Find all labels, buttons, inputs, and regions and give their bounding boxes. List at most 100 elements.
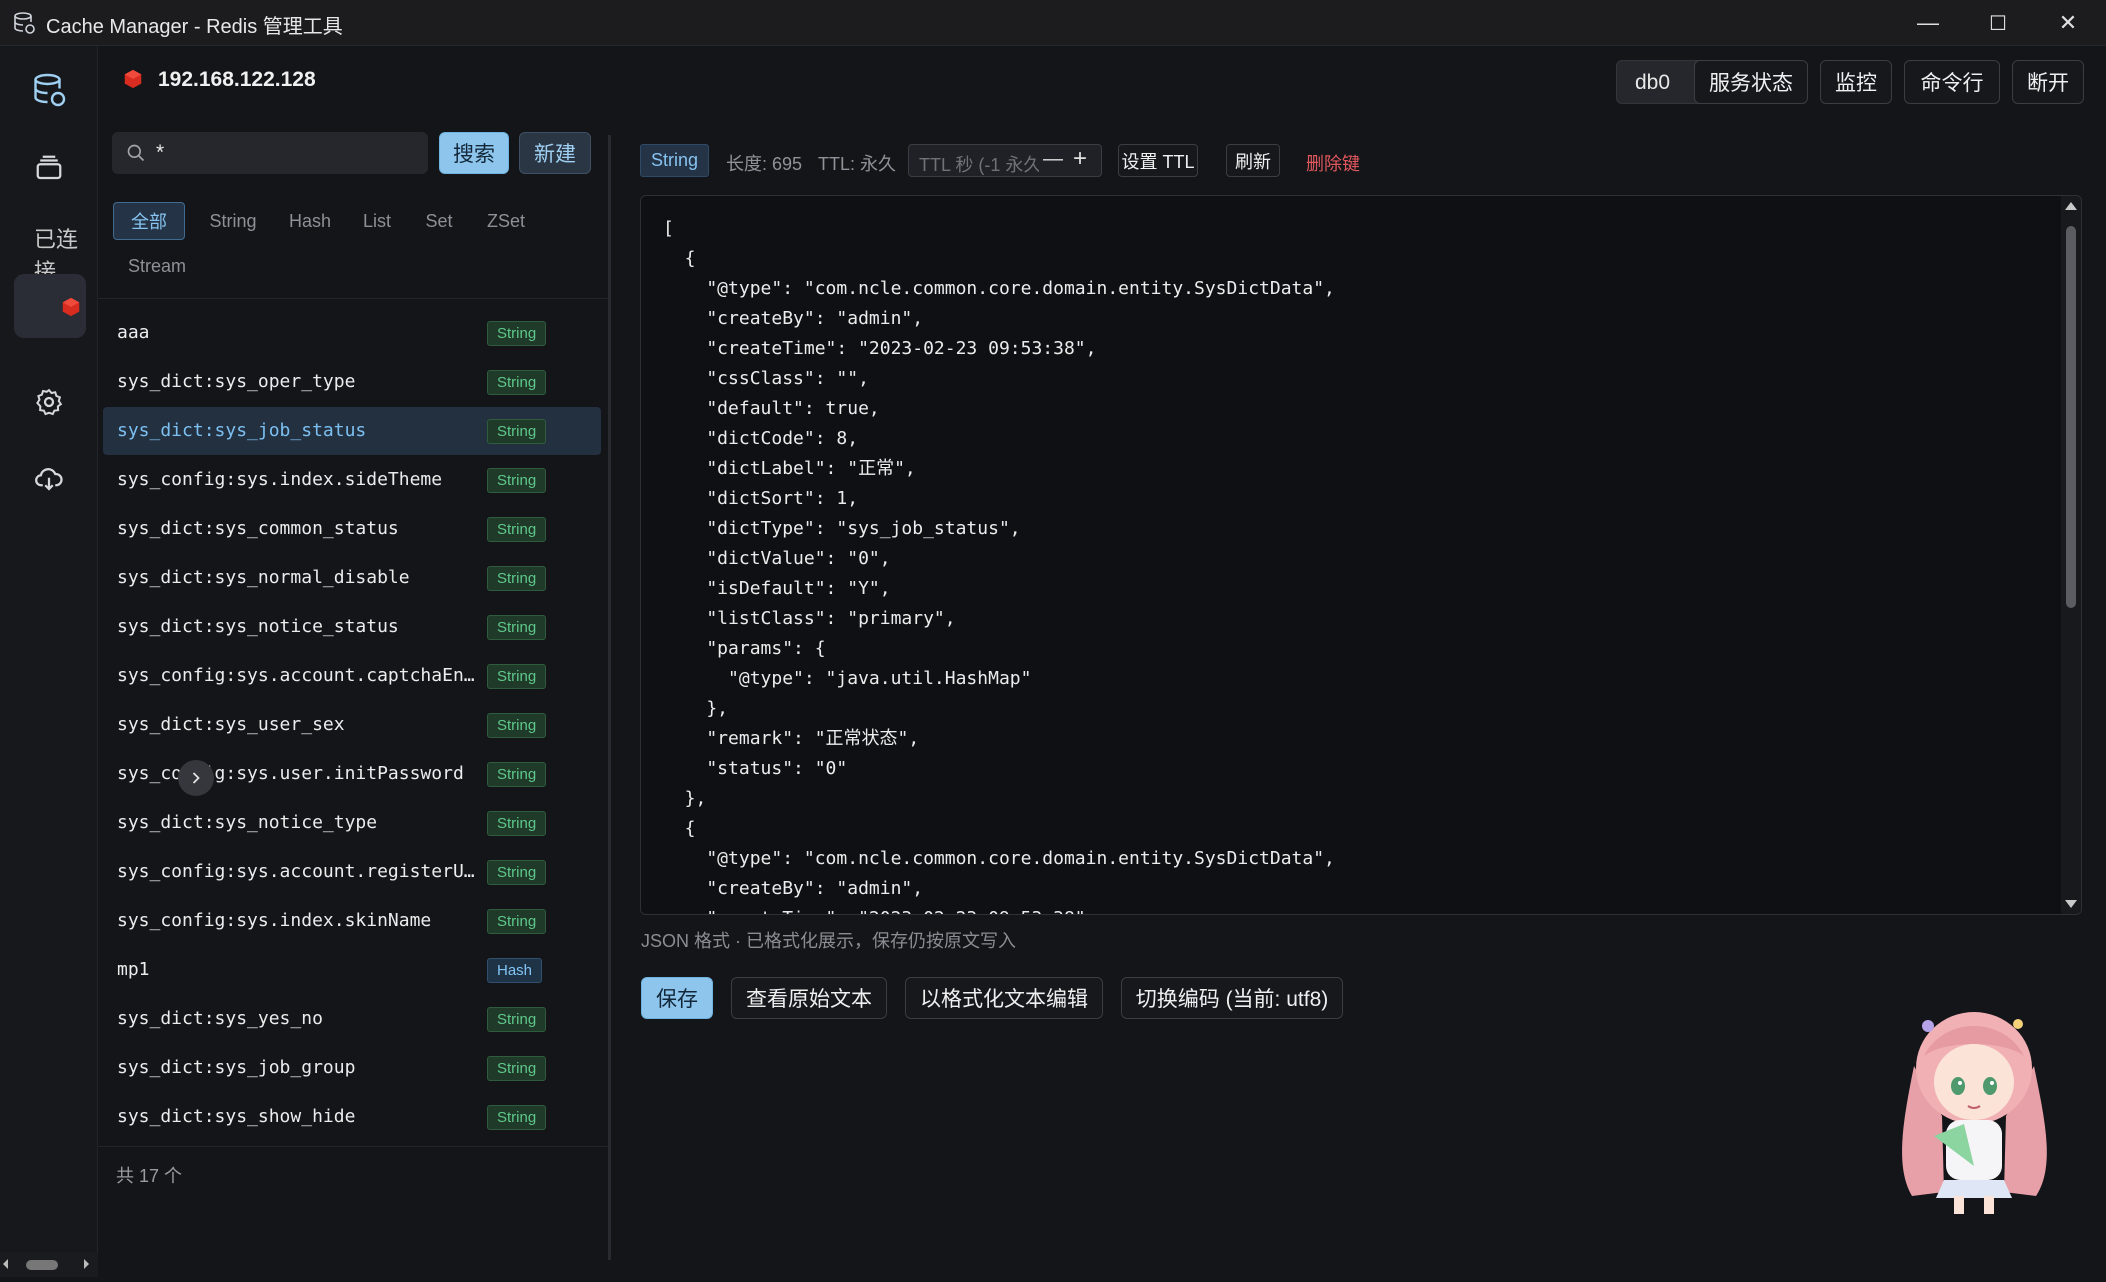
key-type-badge: String [487,566,547,591]
server-status-button[interactable]: 服务状态 [1694,60,1808,104]
key-name: sys_dict:sys_yes_no [117,1008,323,1029]
key-type-badge: String [487,811,547,836]
ttl-input[interactable]: TTL 秒 (-1 永久) — + [908,144,1102,177]
save-button[interactable]: 保存 [641,977,713,1019]
search-input[interactable] [156,138,416,168]
key-list-item[interactable]: sys_dict:sys_show_hide String [103,1093,601,1141]
key-list-item[interactable]: sys_config:sys.account.captchaEn… String [103,652,601,700]
key-name: sys_dict:sys_show_hide [117,1106,356,1127]
key-list-item[interactable]: sys_dict:sys_normal_disable String [103,554,601,602]
refresh-button[interactable]: 刷新 [1226,144,1280,177]
layers-icon[interactable] [25,144,73,192]
key-type-badge: String [487,713,547,738]
scrollbar-thumb[interactable] [2066,226,2076,608]
key-list-item[interactable]: sys_config:sys.account.registerU… String [103,848,601,896]
key-name: aaa [117,322,150,343]
key-name: sys_dict:sys_job_group [117,1057,356,1078]
format-hint: JSON 格式 · 已格式化展示，保存仍按原文写入 [641,931,1017,951]
value-editor[interactable]: [ { "@type": "com.ncle.common.core.domai… [640,195,2082,915]
db-selected-value: db0 [1635,71,1671,94]
filter-tab-string[interactable]: String [198,202,268,240]
key-list-item[interactable]: sys_dict:sys_notice_type String [103,799,601,847]
gear-icon[interactable] [25,378,73,426]
filter-tab-hash[interactable]: Hash [280,202,340,240]
search-field[interactable] [112,132,428,174]
key-type-badge: Hash [487,958,543,983]
editor-scrollbar[interactable] [2061,196,2081,914]
key-type-badge: String [487,909,547,934]
value-info-bar: String 长度: 695 TTL: 永久 TTL 秒 (-1 永久) — +… [640,143,1940,177]
key-name: sys_dict:sys_notice_status [117,616,399,637]
command-line-button[interactable]: 命令行 [1904,60,2000,104]
search-button[interactable]: 搜索 [439,132,509,174]
redis-icon [124,69,142,89]
collapse-sidebar-button[interactable] [178,760,214,796]
disconnect-button[interactable]: 断开 [2012,60,2084,104]
switch-encoding-button[interactable]: 切换编码 (当前: utf8) [1121,977,1343,1019]
key-list-item[interactable]: sys_dict:sys_oper_type String [103,358,601,406]
key-list-item[interactable]: sys_dict:sys_job_status String [103,407,601,455]
key-list-item[interactable]: sys_dict:sys_yes_no String [103,995,601,1043]
key-list: aaa String sys_dict:sys_oper_type String sys… [98,298,610,1148]
cloud-download-icon[interactable] [25,455,73,503]
ttl-decrement-button[interactable]: — [1043,148,1063,171]
keys-panel: 搜索 新建 全部 String Hash List Set ZSet Strea… [98,118,610,1277]
key-name: sys_config:sys.user.initPassword [117,763,464,784]
key-type-badge: String [487,1056,547,1081]
key-type-badge: String [487,860,547,885]
key-count: 共 17 个 [116,1166,183,1186]
ttl-increment-button[interactable]: + [1073,145,1087,173]
key-type-badge: String [487,517,547,542]
connection-header: 192.168.122.128 db0 服务状态 监控 命令行 断开 [98,46,2106,118]
new-key-button[interactable]: 新建 [519,132,591,174]
maximize-button[interactable]: ☐ [1966,0,2030,46]
key-list-item[interactable]: sys_dict:sys_notice_status String [103,603,601,651]
view-raw-button[interactable]: 查看原始文本 [731,977,887,1019]
connection-tile[interactable] [14,274,86,338]
filter-tab-list[interactable]: List [352,202,402,240]
key-name: sys_dict:sys_normal_disable [117,567,410,588]
key-type-badge: String [487,762,547,787]
key-name: sys_config:sys.account.registerU… [117,861,475,882]
key-list-item[interactable]: sys_config:sys.index.sideTheme String [103,456,601,504]
host-address: 192.168.122.128 [158,68,316,91]
ttl-placeholder: TTL 秒 (-1 永久) [919,155,1039,175]
filter-tab-set[interactable]: Set [414,202,464,240]
key-list-item[interactable]: mp1 Hash [103,946,601,994]
value-content[interactable]: [ { "@type": "com.ncle.common.core.domai… [663,214,1335,914]
window-title: Cache Manager - Redis 管理工具 [46,16,343,38]
minimize-button[interactable]: — [1896,0,1960,46]
key-type-badge: String [487,1105,547,1130]
key-type-badge: String [487,664,547,689]
key-name: sys_config:sys.index.skinName [117,910,432,931]
chevron-right-icon [192,772,200,784]
edit-formatted-button[interactable]: 以格式化文本编辑 [905,977,1103,1019]
filter-tab-zset[interactable]: ZSet [476,202,536,240]
key-list-item[interactable]: sys_dict:sys_job_group String [103,1044,601,1092]
key-list-item[interactable]: sys_dict:sys_common_status String [103,505,601,553]
database-icon [14,12,35,34]
close-button[interactable]: ✕ [2036,0,2100,46]
set-ttl-button[interactable]: 设置 TTL [1118,144,1198,177]
monitor-button[interactable]: 监控 [1820,60,1892,104]
key-list-item[interactable]: sys_dict:sys_user_sex String [103,701,601,749]
scroll-down-icon [2065,900,2077,908]
ttl-label: TTL: 永久 [818,154,897,174]
key-name: sys_dict:sys_oper_type [117,371,356,392]
divider [98,1146,610,1147]
horizontal-scrollbar[interactable] [0,1252,98,1277]
key-type-badge: String [487,419,547,444]
search-icon [127,144,145,162]
key-list-item[interactable]: sys_config:sys.index.skinName String [103,897,601,945]
panel-resizer[interactable] [608,135,611,1260]
key-type-badge: String [487,370,547,395]
database-logo-icon[interactable] [25,66,73,114]
mascot-illustration [1902,1012,2047,1214]
filter-tab-all[interactable]: 全部 [113,202,185,240]
key-name: sys_dict:sys_job_status [117,420,367,441]
key-list-item[interactable]: aaa String [103,309,601,357]
delete-key-button[interactable]: 删除键 [1306,150,1360,176]
filter-tab-stream[interactable]: Stream [122,247,192,285]
key-type-badge: String [487,468,547,493]
key-name: sys_config:sys.index.sideTheme [117,469,443,490]
